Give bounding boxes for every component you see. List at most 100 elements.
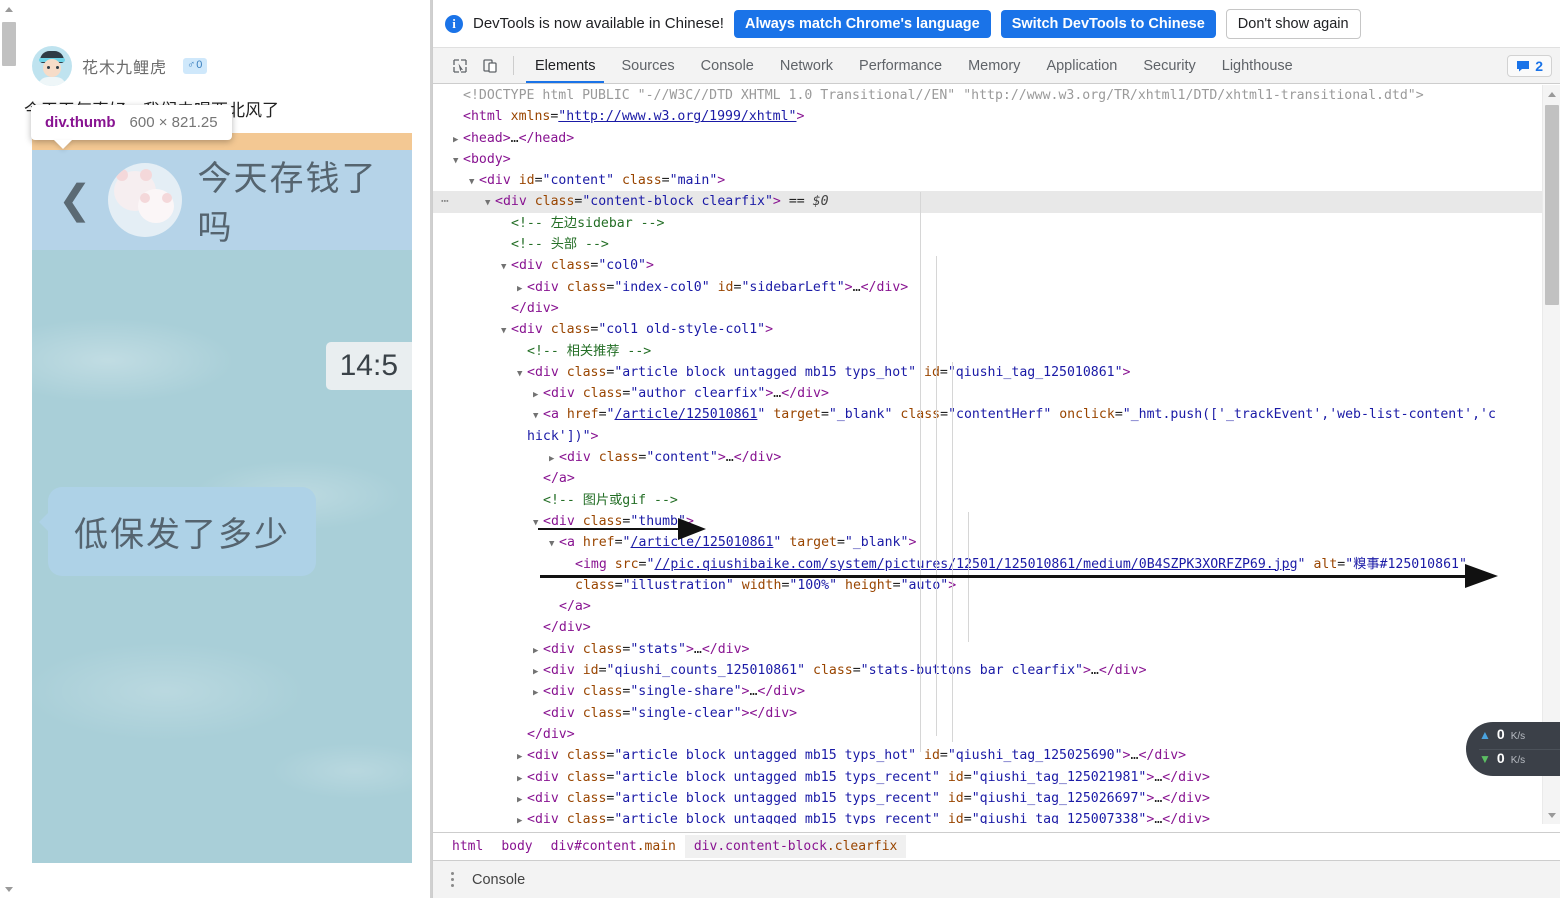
tab-security[interactable]: Security <box>1130 48 1208 83</box>
tab-application[interactable]: Application <box>1033 48 1130 83</box>
dom-node[interactable]: ▼ <div class="thumb"> <box>433 511 1542 532</box>
always-match-language-button[interactable]: Always match Chrome's language <box>733 9 991 38</box>
expand-triangle-icon[interactable]: ▶ <box>517 279 527 300</box>
dom-token-eq <box>805 663 813 678</box>
breadcrumb-item[interactable]: html <box>443 835 492 858</box>
author-name[interactable]: 花木九鲤虎 <box>82 54 167 78</box>
dom-node[interactable]: <img src="//pic.qiushibaike.com/system/p… <box>433 554 1542 575</box>
dom-scroll-up-arrow-icon[interactable] <box>1543 85 1560 103</box>
dom-node[interactable]: ▼ <div class="col0"> <box>433 255 1542 276</box>
drawer-tab-console[interactable]: Console <box>472 872 525 888</box>
collapse-triangle-icon[interactable]: ▼ <box>517 364 527 385</box>
tab-performance[interactable]: Performance <box>846 48 955 83</box>
inspect-element-icon[interactable] <box>445 48 475 83</box>
dom-node[interactable]: ▶ <div class="single-share">…</div> <box>433 681 1542 702</box>
dom-node[interactable]: </div> <box>433 617 1542 638</box>
dom-node[interactable]: ▶ <div class="author clearfix">…</div> <box>433 383 1542 404</box>
collapse-triangle-icon[interactable]: ▼ <box>501 321 511 342</box>
collapse-triangle-icon[interactable]: ▼ <box>533 406 543 427</box>
dom-node[interactable]: ▼ <div id="content" class="main"> <box>433 170 1542 191</box>
expand-triangle-icon[interactable]: ▶ <box>549 449 559 470</box>
expand-triangle-icon[interactable]: ▶ <box>533 683 543 704</box>
switch-to-chinese-button[interactable]: Switch DevTools to Chinese <box>1000 9 1216 38</box>
dom-tree-scrollbar[interactable] <box>1542 85 1560 824</box>
tab-memory[interactable]: Memory <box>955 48 1033 83</box>
expand-triangle-icon[interactable]: ▶ <box>533 662 543 683</box>
dom-node[interactable]: ▶ <div id="qiushi_counts_125010861" class… <box>433 660 1542 681</box>
dom-node[interactable]: ▼ <div class="col1 old-style-col1"> <box>433 319 1542 340</box>
dom-node[interactable]: ▼ <a href="/article/125010861" target="_b… <box>433 404 1542 425</box>
dom-node[interactable]: ▶ <div class="index-col0" id="sidebarLeft… <box>433 277 1542 298</box>
breadcrumb-item[interactable]: body <box>492 835 541 858</box>
dom-node[interactable]: <!DOCTYPE html PUBLIC "-//W3C//DTD XHTML… <box>433 85 1542 106</box>
dom-node[interactable]: ▼ <div class = "article block untagged mb15… <box>433 362 1542 383</box>
messages-badge[interactable]: 2 <box>1507 54 1552 77</box>
dont-show-again-button[interactable]: Don't show again <box>1225 8 1361 39</box>
dom-token-attr: class <box>575 577 615 593</box>
scroll-up-arrow-icon[interactable] <box>0 0 18 18</box>
tab-console[interactable]: Console <box>688 48 767 83</box>
dom-tree[interactable]: <!DOCTYPE html PUBLIC "-//W3C//DTD XHTML… <box>433 85 1542 824</box>
dom-node[interactable]: ▶ <div class="content">…</div> <box>433 447 1542 468</box>
scroll-down-arrow-icon[interactable] <box>0 880 18 898</box>
device-toolbar-icon[interactable] <box>475 48 505 83</box>
breadcrumb-item[interactable]: div.content-block.clearfix <box>684 835 907 858</box>
dom-node[interactable]: ▶ <div class="stats">…</div> <box>433 639 1542 660</box>
scrollbar-thumb[interactable] <box>2 22 16 66</box>
dom-node[interactable]: hick'])"> <box>433 426 1542 447</box>
collapse-triangle-icon[interactable]: ▼ <box>549 534 559 555</box>
dom-scrollbar-thumb[interactable] <box>1545 105 1559 305</box>
breadcrumb-item[interactable]: div#content.main <box>542 835 685 858</box>
collapse-triangle-icon[interactable]: ▼ <box>453 151 463 172</box>
expand-triangle-icon[interactable]: ▶ <box>517 769 527 790</box>
dom-token-tag: <div <box>527 364 567 380</box>
dom-node[interactable]: ▶ <div class = "article block untagged mb15… <box>433 809 1542 824</box>
dom-node[interactable]: ▶ <div class = "article block untagged mb15… <box>433 788 1542 809</box>
node-more-icon[interactable]: ⋯ <box>441 191 450 212</box>
language-banner: i DevTools is now available in Chinese! … <box>433 0 1560 48</box>
expand-triangle-icon[interactable]: ▶ <box>517 747 527 768</box>
dom-node[interactable]: <!-- 相关推荐 --> <box>433 341 1542 362</box>
drawer-more-options-icon[interactable] <box>447 868 458 891</box>
dom-token-link[interactable]: "http://www.w3.org/1999/xhtml" <box>558 109 796 124</box>
expand-triangle-icon[interactable]: ▶ <box>533 385 543 406</box>
tab-network[interactable]: Network <box>767 48 846 83</box>
dom-token-link[interactable]: /article/125010861 <box>631 535 774 550</box>
dom-node-selected[interactable]: ⋯ ▼ <div class="content-block clearfix"> =… <box>433 191 1542 214</box>
dom-node[interactable]: <div class="single-clear"></div> <box>433 703 1542 724</box>
collapse-triangle-icon[interactable]: ▼ <box>533 513 543 534</box>
avatar[interactable] <box>32 46 72 86</box>
dom-node[interactable]: ▶ <div class = "article block untagged mb15… <box>433 767 1542 788</box>
dom-node[interactable]: </div> <box>433 298 1542 319</box>
dom-node[interactable]: class="illustration" width="100%" height… <box>433 575 1542 596</box>
dom-token-link[interactable]: /article/125010861 <box>615 407 758 422</box>
dom-node[interactable]: <html xmlns="http://www.w3.org/1999/xhtm… <box>433 106 1542 127</box>
collapse-triangle-icon[interactable]: ▼ <box>469 172 479 193</box>
dom-node[interactable]: </a> <box>433 468 1542 489</box>
dom-token-link[interactable]: //pic.qiushibaike.com/system/pictures/12… <box>654 557 1297 572</box>
dom-node[interactable]: <!-- 图片或gif --> <box>433 490 1542 511</box>
collapse-triangle-icon[interactable]: ▼ <box>485 193 495 214</box>
dom-node[interactable]: ▼ <body> <box>433 149 1542 170</box>
dom-node[interactable]: </div> <box>433 724 1542 745</box>
dom-node[interactable]: <!-- 左边sidebar --> <box>433 213 1542 234</box>
dom-scroll-down-arrow-icon[interactable] <box>1543 806 1560 824</box>
thumb-container[interactable]: ❮ 今天存钱了吗 14:5 低保发了多少 <box>0 132 414 863</box>
expand-triangle-icon[interactable]: ▶ <box>517 790 527 811</box>
dom-node[interactable]: </a> <box>433 596 1542 617</box>
chat-screenshot-image[interactable]: ❮ 今天存钱了吗 14:5 低保发了多少 <box>32 132 412 863</box>
expand-triangle-icon[interactable]: ▶ <box>517 811 527 824</box>
dom-token-attr: class <box>582 641 623 657</box>
tab-elements[interactable]: Elements <box>522 48 608 83</box>
dom-token-eq: = <box>614 535 623 551</box>
expand-triangle-icon[interactable]: ▶ <box>533 641 543 662</box>
dom-node[interactable]: ▶ <div class = "article block untagged mb15… <box>433 745 1542 766</box>
expand-triangle-icon[interactable]: ▶ <box>453 130 463 151</box>
dom-node[interactable]: ▶ <head>…</head> <box>433 128 1542 149</box>
dom-node[interactable]: ▼ <a href="/article/125010861" target="_b… <box>433 532 1542 553</box>
network-speed-widget[interactable]: ▲ 0 K/s ▼ 0 K/s <box>1466 722 1560 776</box>
collapse-triangle-icon[interactable]: ▼ <box>501 257 511 278</box>
tab-sources[interactable]: Sources <box>608 48 687 83</box>
dom-node[interactable]: <!-- 头部 --> <box>433 234 1542 255</box>
tab-lighthouse[interactable]: Lighthouse <box>1209 48 1306 83</box>
